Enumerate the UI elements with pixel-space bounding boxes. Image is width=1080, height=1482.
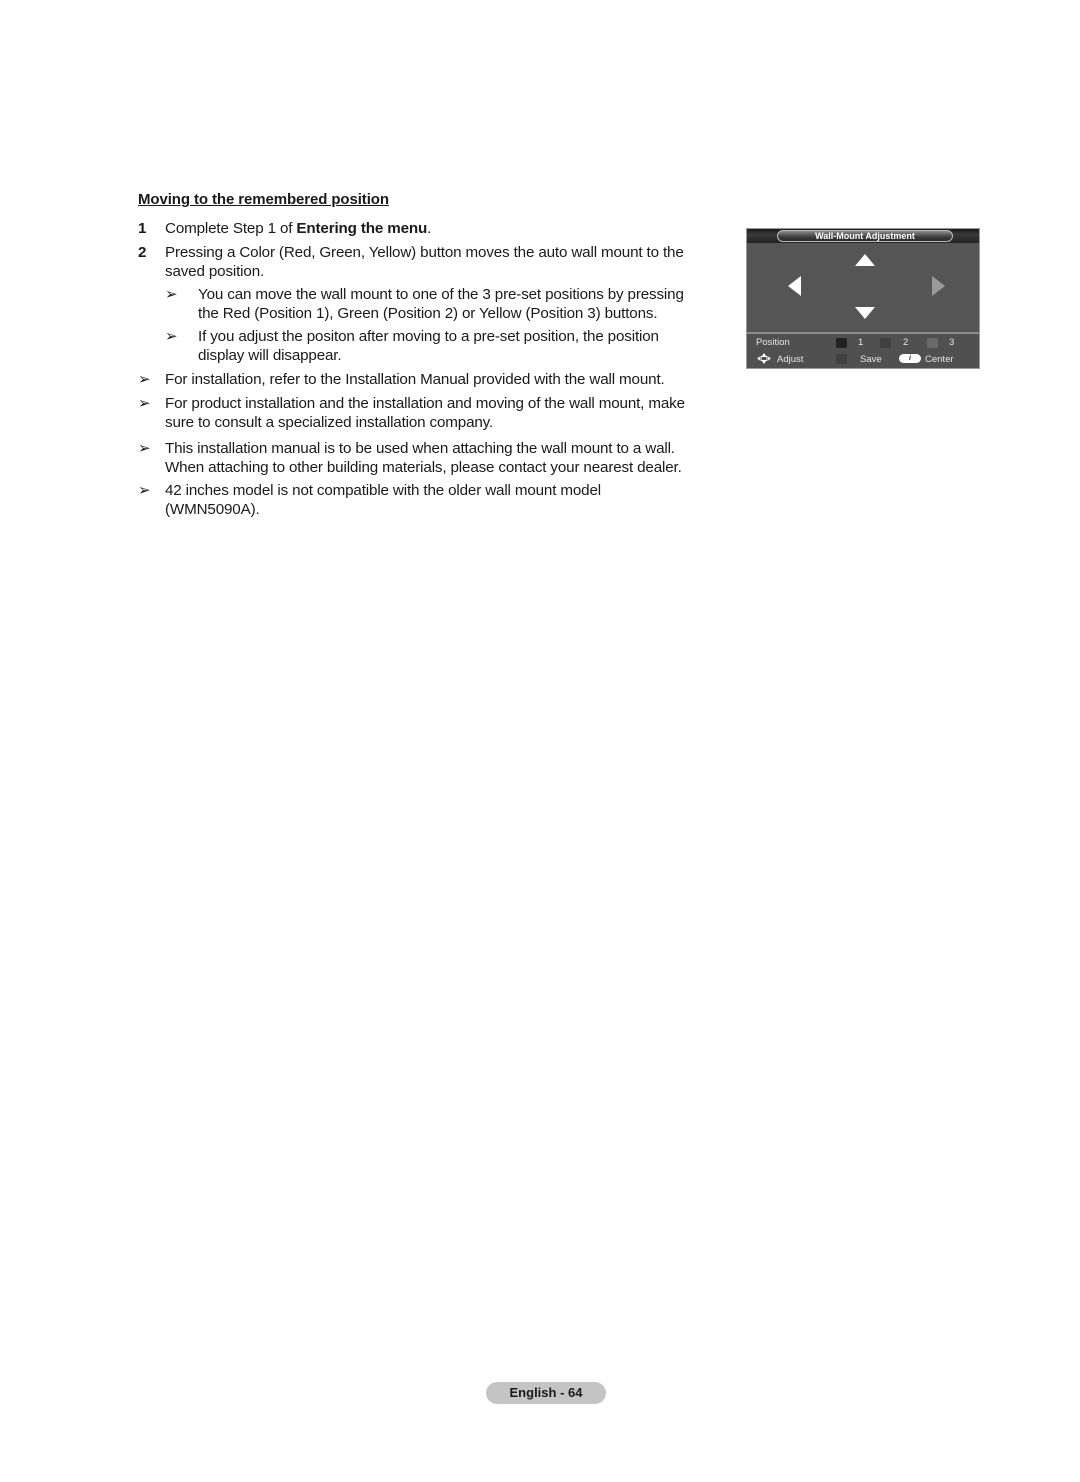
note-arrow-icon: ➢ [165, 286, 178, 303]
note-text: For installation, refer to the Installat… [165, 371, 665, 388]
up-arrow-icon[interactable] [855, 254, 875, 266]
step-line: Pressing a Color (Red, Green, Yellow) bu… [165, 244, 684, 261]
section-heading: Moving to the remembered position [138, 191, 389, 208]
adjust-label: Adjust [777, 354, 804, 365]
step-text-plain: Complete Step 1 of [165, 220, 297, 237]
page-number-badge: English - 64 [486, 1382, 606, 1404]
note-text: This installation manual is to be used w… [165, 440, 745, 477]
step-number: 2 [138, 244, 147, 261]
note-line: You can move the wall mount to one of th… [198, 286, 684, 303]
note-line: display will disappear. [198, 346, 342, 364]
move-arrows-icon [757, 353, 771, 364]
position-3-swatch[interactable] [927, 338, 938, 348]
osd-titlebar: Wall-Mount Adjustment [747, 229, 979, 243]
note-text: If you adjust the positon after moving t… [198, 328, 738, 365]
note-line: sure to consult a specialized installati… [165, 413, 494, 431]
step-line: saved position. [165, 262, 265, 280]
wall-mount-adjustment-osd: Wall-Mount Adjustment Position 1 2 3 Adj… [746, 228, 980, 369]
step-text-end: . [427, 220, 432, 237]
note-arrow-icon: ➢ [138, 482, 151, 499]
osd-title: Wall-Mount Adjustment [777, 230, 953, 242]
down-arrow-icon[interactable] [855, 307, 875, 319]
note-line: the Red (Position 1), Green (Position 2)… [198, 304, 658, 322]
step-number: 1 [138, 220, 147, 237]
step-text: Pressing a Color (Red, Green, Yellow) bu… [165, 244, 725, 281]
position-label: Position [756, 337, 790, 348]
note-arrow-icon: ➢ [138, 395, 151, 412]
position-3-label: 3 [949, 337, 955, 348]
note-text: 42 inches model is not compatible with t… [165, 482, 745, 519]
right-arrow-icon[interactable] [932, 276, 945, 296]
note-line: (WMN5090A). [165, 500, 260, 518]
left-arrow-icon[interactable] [788, 276, 801, 296]
save-swatch[interactable] [836, 354, 847, 364]
save-label: Save [860, 354, 882, 365]
position-2-swatch[interactable] [880, 338, 891, 348]
note-line: This installation manual is to be used w… [165, 440, 675, 457]
note-line: When attaching to other building materia… [165, 458, 682, 476]
note-line: 42 inches model is not compatible with t… [165, 482, 601, 499]
note-arrow-icon: ➢ [165, 328, 178, 345]
step-text: Complete Step 1 of Entering the menu. [165, 220, 725, 239]
info-button-icon[interactable]: i [899, 354, 921, 363]
note-line: If you adjust the positon after moving t… [198, 328, 659, 345]
position-1-swatch[interactable] [836, 338, 847, 348]
menu-reference: Entering the menu [296, 220, 428, 237]
osd-footer: Position 1 2 3 Adjust Save i Center [747, 334, 979, 368]
note-text: For product installation and the install… [165, 395, 745, 432]
note-arrow-icon: ➢ [138, 371, 151, 388]
position-2-label: 2 [903, 337, 909, 348]
center-label: Center [925, 354, 954, 365]
position-1-label: 1 [858, 337, 864, 348]
note-line: For product installation and the install… [165, 395, 685, 412]
note-text: You can move the wall mount to one of th… [198, 286, 738, 323]
note-arrow-icon: ➢ [138, 440, 151, 457]
